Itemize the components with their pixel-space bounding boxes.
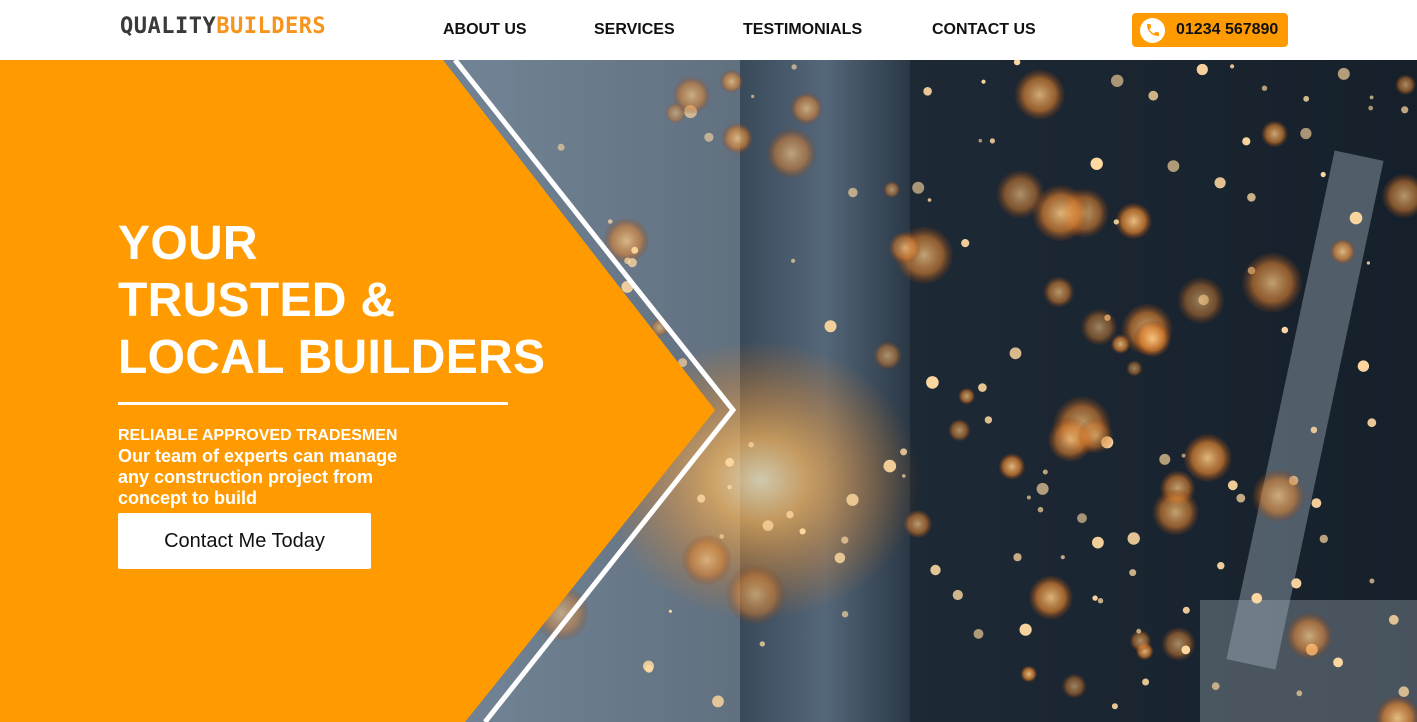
contact-me-button[interactable]: Contact Me Today	[118, 513, 371, 569]
logo-text-quality: QUALITY	[120, 14, 217, 39]
hero-orange-chevron	[0, 60, 737, 722]
phone-call-button[interactable]: 01234 567890	[1132, 13, 1288, 47]
phone-number: 01234 567890	[1176, 21, 1279, 38]
hero-description: Our team of experts can manage any const…	[118, 446, 398, 508]
nav-contact-us[interactable]: CONTACT US	[932, 21, 1036, 39]
hero-section: YOUR TRUSTED & LOCAL BUILDERS RELIABLE A…	[0, 60, 1417, 722]
hero-eyebrow: RELIABLE APPROVED TRADESMEN	[118, 427, 398, 444]
hero-divider	[118, 402, 508, 405]
hero-title-line: LOCAL BUILDERS	[118, 331, 546, 384]
hero-title-line: TRUSTED &	[118, 274, 396, 327]
nav-about-us[interactable]: ABOUT US	[443, 21, 527, 39]
site-header: QUALITYBUILDERS ABOUT US SERVICES TESTIM…	[0, 0, 1417, 60]
nav-testimonials[interactable]: TESTIMONIALS	[743, 21, 862, 39]
hero-title: YOUR TRUSTED & LOCAL BUILDERS	[118, 215, 638, 386]
logo-text-builders: BUILDERS	[216, 14, 327, 39]
hero-title-line: YOUR	[118, 217, 258, 270]
nav-services[interactable]: SERVICES	[594, 21, 675, 39]
phone-icon	[1140, 17, 1165, 43]
site-logo[interactable]: QUALITYBUILDERS	[120, 13, 326, 41]
